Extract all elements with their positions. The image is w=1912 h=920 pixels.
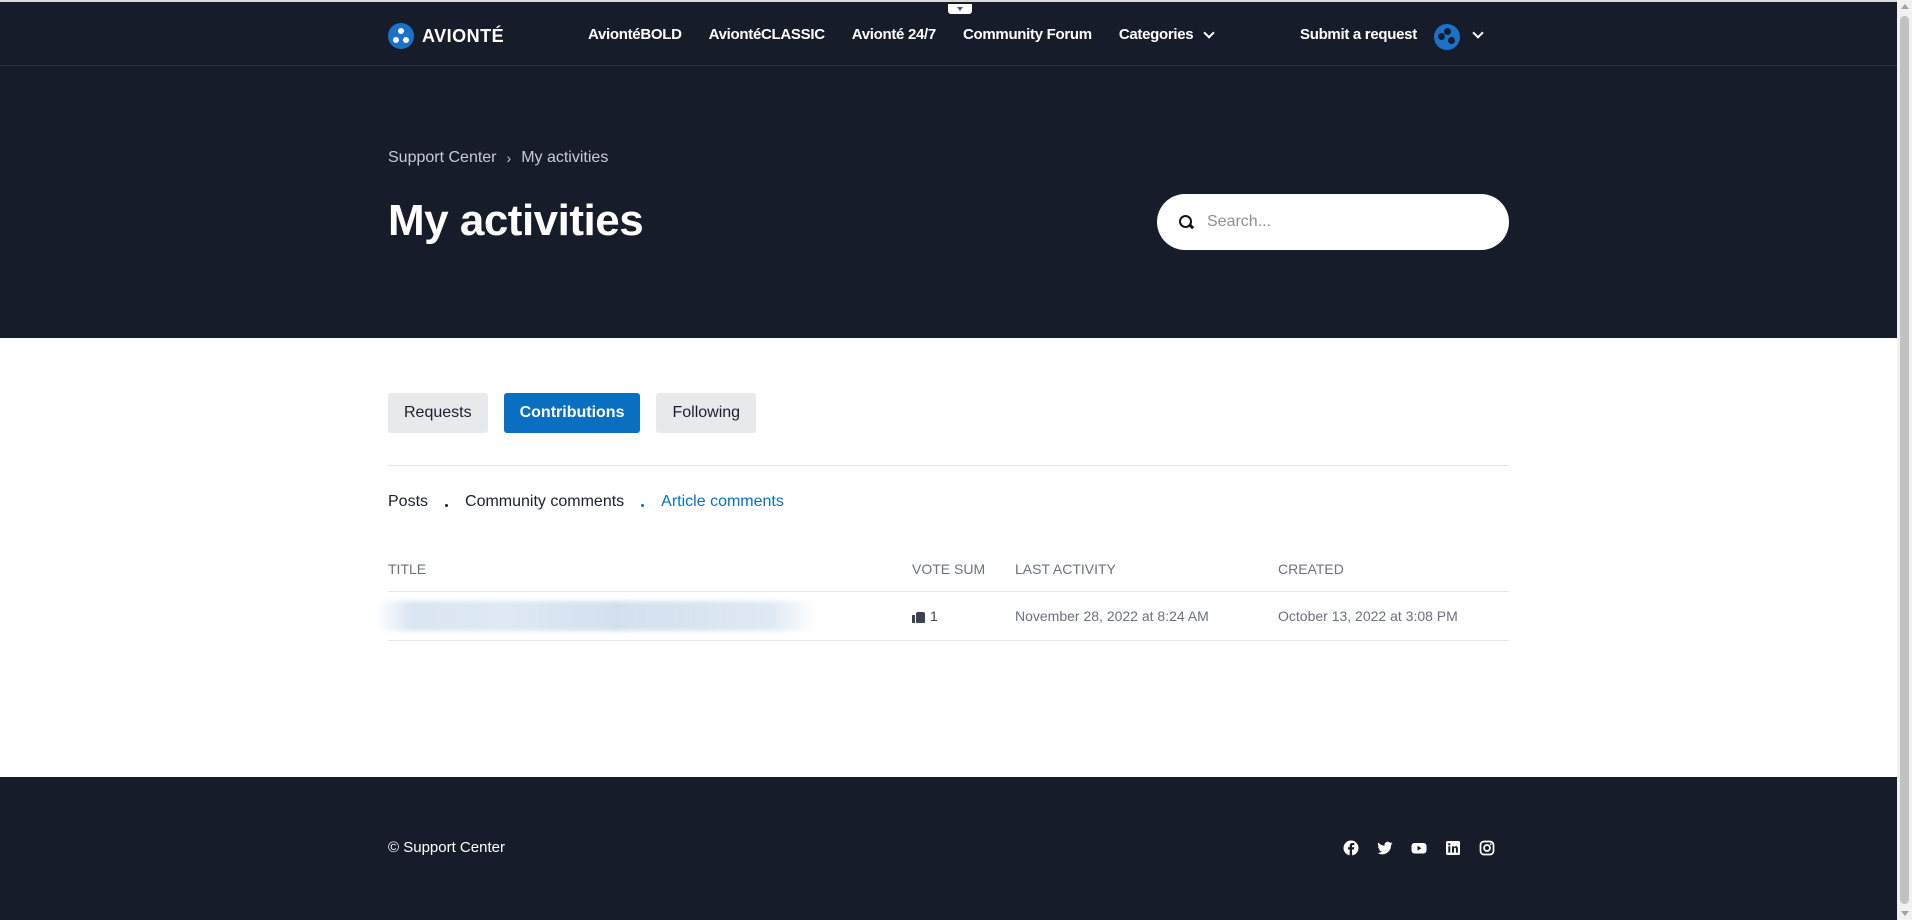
search-input[interactable] bbox=[1207, 213, 1477, 231]
nav-item-avionte-bold[interactable]: AviontéBOLD bbox=[588, 26, 682, 43]
subtab-separator bbox=[445, 503, 449, 507]
created-cell: October 13, 2022 at 3:08 PM bbox=[1278, 608, 1458, 624]
column-header-last-activity: Last activity bbox=[1015, 561, 1116, 577]
submit-request-link[interactable]: Submit a request bbox=[1300, 26, 1417, 43]
subtab-posts[interactable]: Posts bbox=[388, 493, 428, 511]
youtube-icon[interactable] bbox=[1411, 840, 1427, 856]
main-nav: AviontéBOLD AviontéCLASSIC Avionté 24/7 … bbox=[588, 26, 1240, 43]
scroll-down-arrow-icon[interactable] bbox=[1901, 911, 1909, 916]
hero-banner: Support Center › My activities My activi… bbox=[0, 66, 1897, 338]
tab-following[interactable]: Following bbox=[656, 393, 757, 433]
vote-sum-value: 1 bbox=[930, 608, 938, 624]
brand-name: AVIONTÉ bbox=[422, 25, 505, 46]
vote-sum-cell: 1 bbox=[912, 608, 938, 624]
top-navbar: AVIONTÉ AviontéBOLD AviontéCLASSIC Avion… bbox=[0, 0, 1897, 66]
subtab-article-comments[interactable]: Article comments bbox=[661, 493, 784, 511]
breadcrumb: Support Center › My activities bbox=[388, 149, 608, 167]
redacted-title-link[interactable] bbox=[376, 601, 816, 631]
subtab-separator bbox=[641, 503, 645, 507]
breadcrumb-my-activities[interactable]: My activities bbox=[521, 149, 608, 167]
facebook-icon[interactable] bbox=[1343, 840, 1359, 856]
social-links bbox=[1343, 840, 1495, 856]
scrollbar-thumb[interactable] bbox=[1900, 16, 1909, 904]
copyright-text: © Support Center bbox=[388, 839, 505, 856]
breadcrumb-separator: › bbox=[506, 150, 512, 166]
column-header-vote-sum: Vote sum bbox=[912, 561, 986, 577]
chevron-down-icon bbox=[1203, 26, 1216, 39]
categories-label: Categories bbox=[1118, 26, 1194, 43]
nav-item-categories[interactable]: Categories bbox=[1118, 26, 1216, 43]
contribution-subtabs: Posts Community comments Article comment… bbox=[388, 493, 784, 511]
table-row-divider bbox=[388, 640, 1509, 641]
subtab-community-comments[interactable]: Community comments bbox=[465, 493, 624, 511]
twitter-icon[interactable] bbox=[1377, 840, 1393, 856]
thumbs-up-icon bbox=[912, 610, 926, 623]
column-header-created: Created bbox=[1278, 561, 1344, 577]
search-box bbox=[1157, 194, 1509, 250]
tab-contributions[interactable]: Contributions bbox=[503, 393, 641, 433]
instagram-icon[interactable] bbox=[1479, 840, 1495, 856]
tabs-divider bbox=[388, 465, 1509, 466]
page: AVIONTÉ AviontéBOLD AviontéCLASSIC Avion… bbox=[0, 0, 1912, 920]
nav-item-community-forum[interactable]: Community Forum bbox=[963, 26, 1092, 43]
table-header-divider bbox=[388, 591, 1509, 592]
footer: © Support Center bbox=[0, 777, 1897, 920]
page-title: My activities bbox=[388, 196, 644, 245]
toolbar-toggle-handle[interactable] bbox=[948, 4, 972, 14]
search-icon bbox=[1179, 215, 1193, 229]
nav-item-avionte-24-7[interactable]: Avionté 24/7 bbox=[852, 26, 937, 43]
avionte-logo-icon bbox=[388, 23, 414, 49]
page-scrollbar[interactable] bbox=[1897, 0, 1912, 920]
user-menu-chevron-icon[interactable] bbox=[1472, 27, 1484, 39]
scroll-up-arrow-icon[interactable] bbox=[1901, 4, 1909, 9]
brand-logo[interactable]: AVIONTÉ bbox=[388, 22, 504, 50]
user-avatar[interactable] bbox=[1434, 24, 1460, 50]
column-header-title: Title bbox=[388, 561, 427, 577]
last-activity-cell: November 28, 2022 at 8:24 AM bbox=[1015, 608, 1209, 624]
tab-requests[interactable]: Requests bbox=[388, 393, 488, 433]
linkedin-icon[interactable] bbox=[1445, 840, 1461, 856]
nav-item-avionte-classic[interactable]: AviontéCLASSIC bbox=[709, 26, 825, 43]
breadcrumb-support-center[interactable]: Support Center bbox=[388, 149, 497, 167]
activity-tabs: Requests Contributions Following bbox=[388, 393, 757, 433]
